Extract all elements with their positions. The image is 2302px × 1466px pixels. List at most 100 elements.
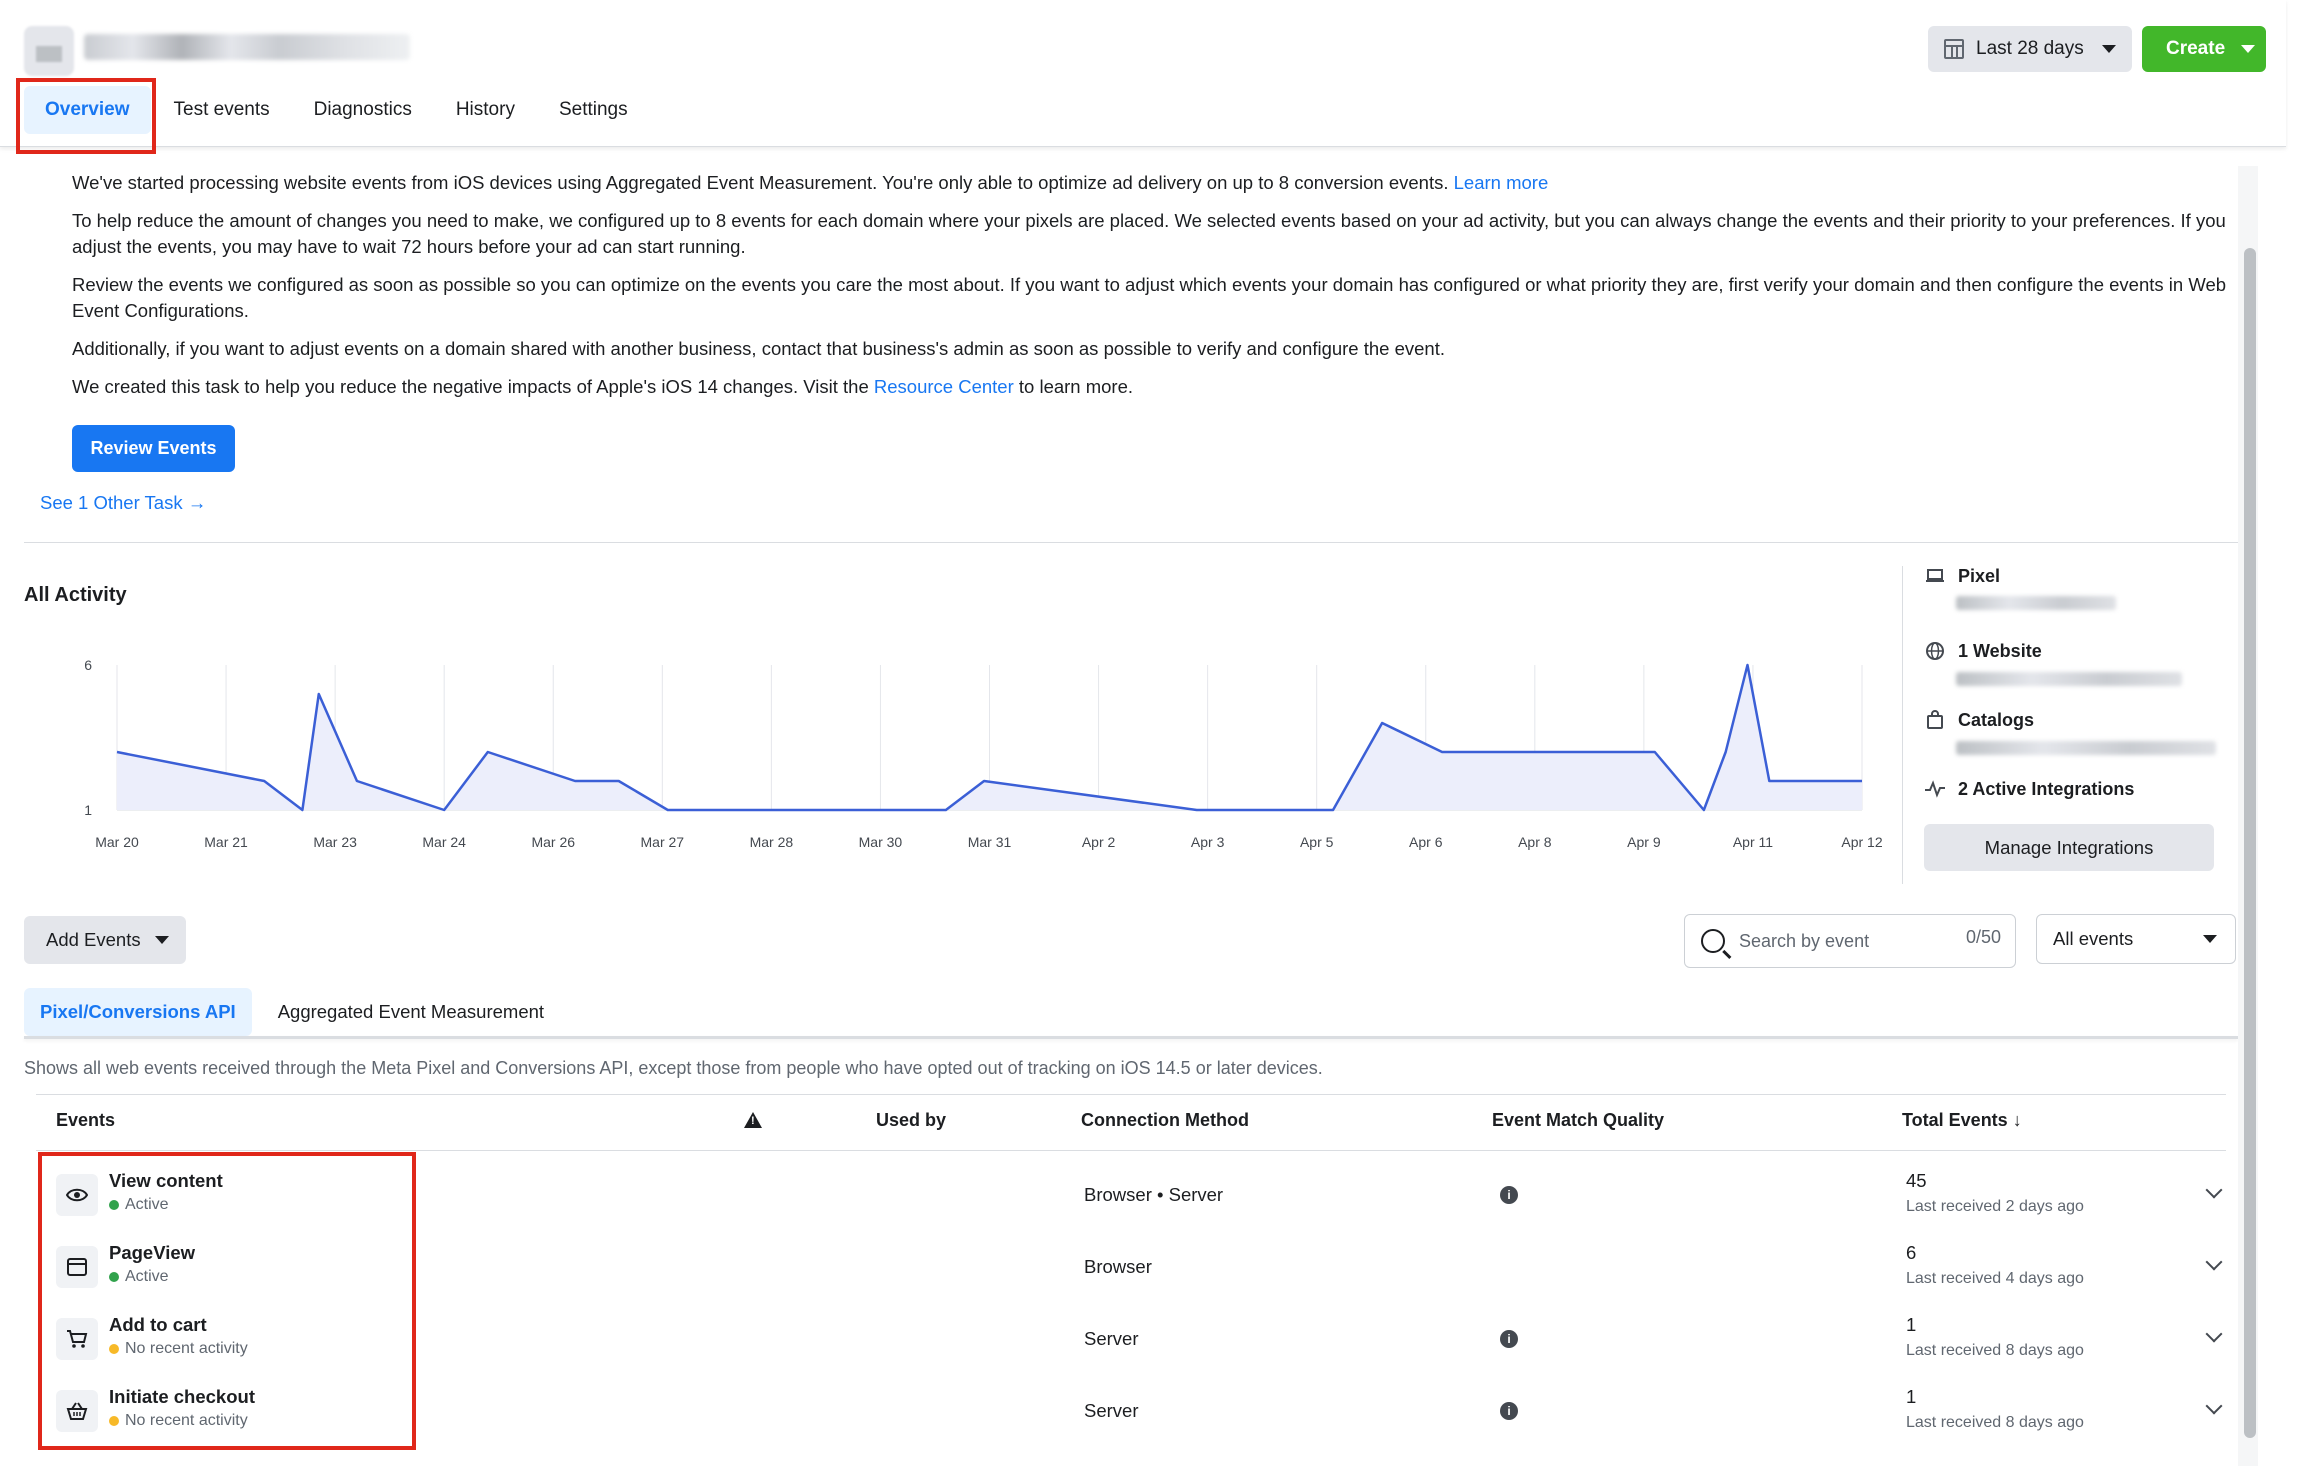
x-tick-label: Apr 12 [1841,834,1882,850]
x-tick-label: Apr 6 [1409,834,1443,850]
notice-paragraph: To help reduce the amount of changes you… [72,210,2226,257]
highlight-box-events [38,1152,416,1450]
caret-down-icon [2101,45,2116,53]
connection-method: Browser [1084,1256,1152,1277]
pulse-icon [1924,778,1946,800]
x-tick-label: Mar 27 [641,834,685,850]
website-info: 1 Website [1924,640,2042,662]
date-range-button[interactable]: Last 28 days [1928,26,2132,72]
bag-icon [1924,709,1946,731]
column-event-match-quality: Event Match Quality [1492,1110,1665,1130]
info-icon[interactable]: i [1500,1402,1518,1420]
total-events: 6 [1906,1242,1917,1263]
chevron-down-icon[interactable] [2205,1325,2223,1343]
x-tick-label: Mar 26 [531,834,575,850]
column-total-events-sort[interactable]: Total Events ↓ [1902,1110,2022,1131]
x-tick-label: Apr 8 [1518,834,1552,850]
info-icon[interactable]: i [1500,1330,1518,1348]
review-events-button[interactable]: Review Events [72,425,235,472]
x-tick-label: Mar 23 [313,834,357,850]
x-tick-label: Apr 9 [1627,834,1661,850]
pixel-id-redacted [1956,596,2116,610]
x-tick-label: Apr 3 [1191,834,1225,850]
x-tick-label: Mar 24 [422,834,466,850]
events-description: Shows all web events received through th… [24,1058,1323,1078]
search-events-input[interactable]: Search by event 0/50 [1684,914,2016,968]
manage-integrations-button[interactable]: Manage Integrations [1924,824,2214,871]
tab-test-events[interactable]: Test events [153,86,291,134]
page-header: Last 28 days Create Overview Test events… [0,0,2286,147]
search-placeholder: Search by event [1739,930,1870,951]
learn-more-link[interactable]: Learn more [1454,172,1549,193]
notice-paragraph: We've started processing website events … [72,172,1549,193]
caret-down-icon [2203,935,2217,943]
x-tick-label: Mar 30 [859,834,903,850]
integrations-info: 2 Active Integrations [1924,778,2134,800]
tab-history[interactable]: History [435,86,536,134]
column-connection-method: Connection Method [1081,1110,1249,1130]
total-events: 1 [1906,1386,1917,1407]
x-tick-label: Apr 2 [1082,834,1116,850]
caret-down-icon [154,936,169,944]
x-tick-label: Mar 28 [750,834,794,850]
divider [24,542,2238,543]
column-used-by: Used by [876,1110,947,1130]
tab-settings[interactable]: Settings [538,86,649,134]
search-char-count: 0/50 [1965,927,2001,947]
tab-aggregated-event-measurement[interactable]: Aggregated Event Measurement [262,988,560,1036]
table-divider [36,1094,2226,1095]
see-other-task-link[interactable]: See 1 Other Task → [40,492,206,514]
total-events: 45 [1906,1170,1927,1191]
catalog-name-redacted [1956,741,2216,755]
scrollbar-thumb[interactable] [2244,248,2256,1438]
resource-center-link[interactable]: Resource Center [874,376,1014,397]
globe-icon [1924,640,1946,662]
connection-method: Server [1084,1400,1139,1421]
pixel-avatar [24,26,74,76]
pixel-name-redacted [84,34,410,60]
chevron-down-icon[interactable] [2205,1397,2223,1415]
table-divider [36,1150,2226,1151]
y-tick-label: 1 [84,802,92,818]
chevron-down-icon[interactable] [2205,1253,2223,1271]
date-range-label: Last 28 days [1976,38,2084,59]
aem-notice: We've started processing website events … [72,170,2232,412]
create-button[interactable]: Create [2142,26,2266,72]
x-tick-label: Apr 5 [1300,834,1334,850]
y-tick-label: 6 [84,657,92,673]
column-events: Events [56,1110,116,1130]
activity-chart: 6 1Mar 20 Mar 21 Mar 23 Mar 24 Mar 26 Mar 27 Ma… [84,657,1883,850]
last-received: Last received 2 days ago [1906,1198,2084,1215]
add-events-button[interactable]: Add Events [24,916,186,964]
search-icon [1701,929,1725,953]
create-label: Create [2166,38,2226,59]
notice-paragraph: Additionally, if you want to adjust even… [72,338,1445,359]
info-icon[interactable]: i [1500,1186,1518,1204]
x-tick-label: Mar 31 [968,834,1012,850]
tab-diagnostics[interactable]: Diagnostics [293,86,433,134]
all-activity-title: All Activity [24,584,127,606]
pixel-info: Pixel [1924,565,2000,587]
last-received: Last received 8 days ago [1906,1414,2084,1431]
subtab-divider [24,1036,2238,1039]
catalogs-info: Catalogs [1924,709,2034,731]
event-subtabs: Pixel/Conversions API Aggregated Event M… [24,988,570,1036]
notice-paragraph: Review the events we configured as soon … [72,274,2227,321]
event-filter-select[interactable]: All events [2036,914,2236,964]
arrow-right-icon: → [187,492,207,513]
calendar-icon [1944,39,1964,59]
x-tick-label: Apr 11 [1733,834,1773,850]
connection-method: Server [1084,1328,1139,1349]
connection-method: Browser • Server [1084,1184,1224,1205]
caret-down-icon [2241,45,2256,53]
x-tick-label: Mar 20 [95,834,139,850]
last-received: Last received 4 days ago [1906,1270,2084,1287]
notice-paragraph: We created this task to help you reduce … [72,376,1134,397]
highlight-box-overview [16,78,156,154]
total-events: 1 [1906,1314,1917,1335]
chevron-down-icon[interactable] [2205,1181,2223,1199]
x-tick-label: Mar 21 [204,834,248,850]
laptop-icon [1924,565,1946,587]
tab-pixel-conversions-api[interactable]: Pixel/Conversions API [24,988,252,1036]
warning-icon[interactable] [744,1112,762,1128]
